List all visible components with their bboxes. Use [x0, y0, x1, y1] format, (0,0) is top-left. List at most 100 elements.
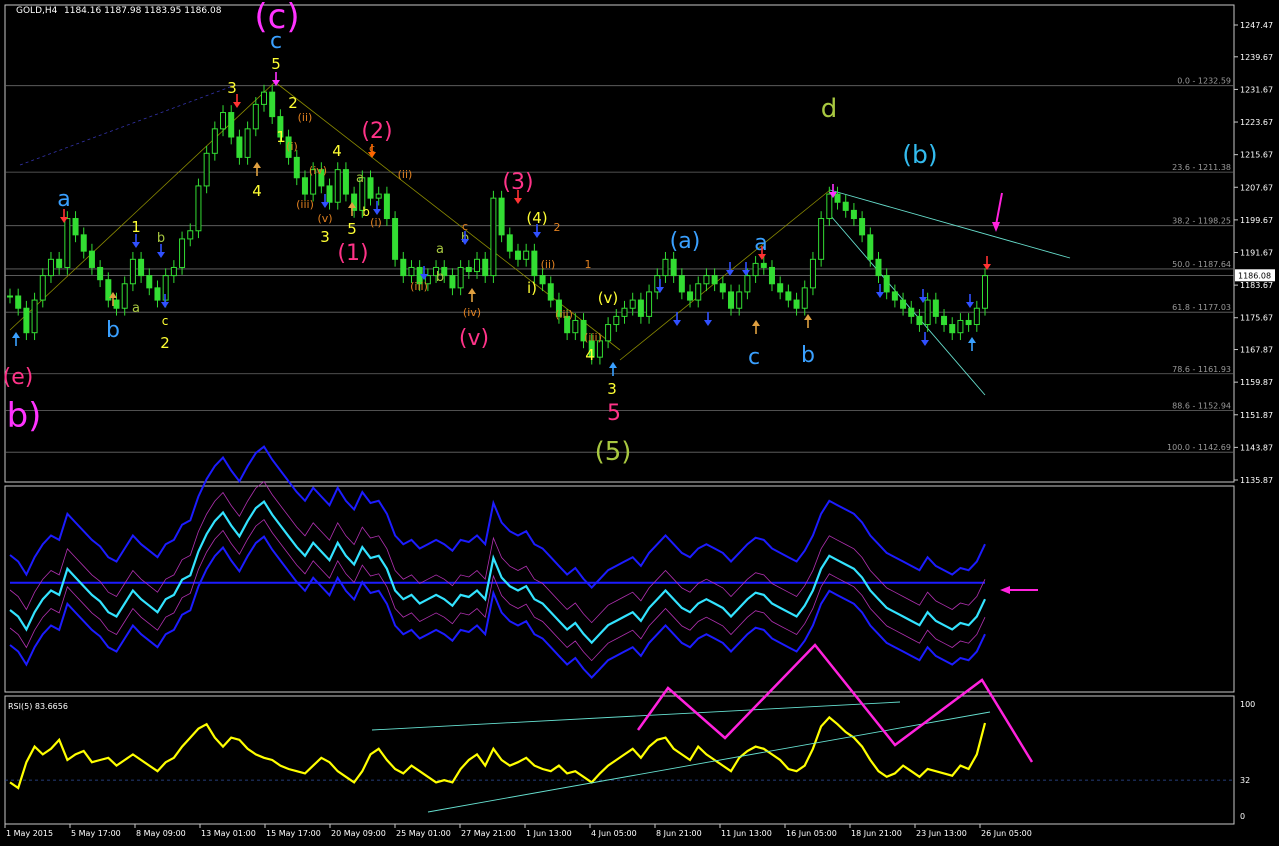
fractal-arrow-head — [609, 362, 617, 368]
candle-body — [531, 250, 538, 277]
candle-body — [900, 299, 907, 309]
candle-body — [474, 258, 481, 273]
wave-label: (ii) — [398, 168, 413, 181]
wave-label: 1 — [131, 218, 141, 236]
wave-label: (iii) — [555, 308, 573, 321]
macd-arrow-head — [1000, 586, 1010, 594]
fractal-arrow-head — [758, 254, 766, 260]
candle-body — [187, 230, 194, 240]
candle-body — [170, 266, 177, 277]
wave-label: c — [270, 29, 282, 54]
wave-label: 2 — [554, 221, 561, 234]
trendline — [9, 81, 276, 331]
candle-body — [490, 197, 497, 277]
time-tick-label: 26 Jun 05:00 — [981, 829, 1032, 838]
candle-body — [941, 315, 948, 326]
wave-label: (iii) — [410, 280, 428, 293]
candle-body — [195, 185, 202, 232]
wave-label: (b) — [902, 140, 937, 169]
candle-body — [392, 218, 399, 260]
candle-body — [572, 319, 579, 334]
fractal-arrow-head — [253, 162, 261, 168]
time-tick-label: 1 Jun 13:00 — [526, 829, 572, 838]
wave-label: (v) — [317, 212, 332, 225]
fractal-arrow-head — [704, 320, 712, 326]
candle-body — [687, 291, 694, 301]
time-tick-label: 15 May 17:00 — [266, 829, 321, 838]
candle-body — [228, 112, 235, 138]
candle-body — [736, 291, 743, 309]
wave-label: (i) — [286, 140, 298, 153]
candle-body — [875, 258, 882, 277]
candle-body — [97, 266, 104, 281]
candle-body — [883, 275, 890, 293]
time-tick-label: 13 May 01:00 — [201, 829, 256, 838]
time-tick-label: 20 May 09:00 — [331, 829, 386, 838]
wave-label: 4 — [252, 182, 262, 200]
candle-body — [801, 287, 808, 309]
wave-label: (a) — [670, 229, 701, 254]
wave-label: d — [821, 94, 838, 124]
candle-body — [818, 218, 825, 260]
candle-body — [400, 258, 407, 277]
wave-label: b — [362, 205, 370, 219]
fractal-arrow-head — [673, 320, 681, 326]
wave-label: i) — [527, 279, 537, 297]
candle-body — [154, 287, 161, 301]
wave-labels: (c)c532(ii)1(i)4(iii)(v)34(iv)a5b(i)(2)c… — [3, 0, 991, 467]
wave-label: 1 — [276, 128, 286, 146]
candle-body — [695, 283, 702, 301]
wave-label: (ii) — [298, 111, 313, 124]
wave-label: (iii) — [296, 198, 314, 211]
candle-body — [129, 258, 136, 285]
time-tick-label: 5 May 17:00 — [71, 829, 121, 838]
price-tick-label: 1135.87 — [1240, 476, 1273, 485]
candle-body — [711, 275, 718, 285]
candle-body — [957, 319, 964, 334]
candle-body — [637, 299, 644, 317]
candle-body — [15, 295, 22, 309]
candle-body — [457, 266, 464, 289]
fib-label: 50.0 - 1187.64 — [1172, 260, 1231, 269]
wave-label: a — [754, 231, 767, 256]
price-chart: 0.0 - 1232.59 23.6 - 1211.38 38.2 - 1198.2… — [3, 0, 1275, 838]
fractal-arrow-head — [12, 332, 20, 338]
wave-label: c — [748, 345, 760, 370]
fib-label: 61.8 - 1177.03 — [1172, 303, 1231, 312]
candle-body — [138, 258, 145, 277]
price-tick-label: 1143.87 — [1240, 443, 1273, 452]
wave-label: b — [801, 343, 815, 368]
candle-body — [760, 262, 767, 268]
panel-frame-1 — [4, 485, 1235, 693]
candle-body — [842, 201, 849, 211]
candle-body — [523, 250, 530, 260]
fibonacci-levels: 0.0 - 1232.59 23.6 - 1211.38 38.2 - 1198.2… — [5, 77, 1234, 453]
wave-label: 5 — [347, 220, 357, 238]
candle-body — [621, 307, 628, 317]
wave-label: (v) — [459, 326, 489, 351]
price-tick-label: 1239.67 — [1240, 53, 1273, 62]
candle-body — [301, 177, 308, 195]
candle-body — [916, 315, 923, 326]
candle-body — [47, 258, 54, 277]
wave-label: b) — [7, 396, 42, 436]
candle-body — [203, 152, 210, 187]
price-tick-label: 1207.67 — [1240, 183, 1273, 192]
candle-body — [867, 234, 874, 260]
candle-body — [252, 103, 259, 130]
candle-body — [785, 291, 792, 301]
candle-body — [293, 156, 300, 179]
time-tick-label: 25 May 01:00 — [396, 829, 451, 838]
wave-label: c — [162, 314, 169, 328]
candle-body — [498, 197, 505, 236]
candle-body — [236, 136, 243, 158]
time-tick-label: 4 Jun 05:00 — [591, 829, 637, 838]
fractal-arrow-head — [157, 252, 165, 258]
candle-body — [482, 258, 489, 277]
price-tick-label: 1151.87 — [1240, 411, 1273, 420]
candle-body — [777, 283, 784, 293]
candle-body — [924, 299, 931, 326]
wave-label: b — [157, 231, 165, 246]
candle-body — [793, 299, 800, 309]
candle-body — [367, 177, 374, 199]
